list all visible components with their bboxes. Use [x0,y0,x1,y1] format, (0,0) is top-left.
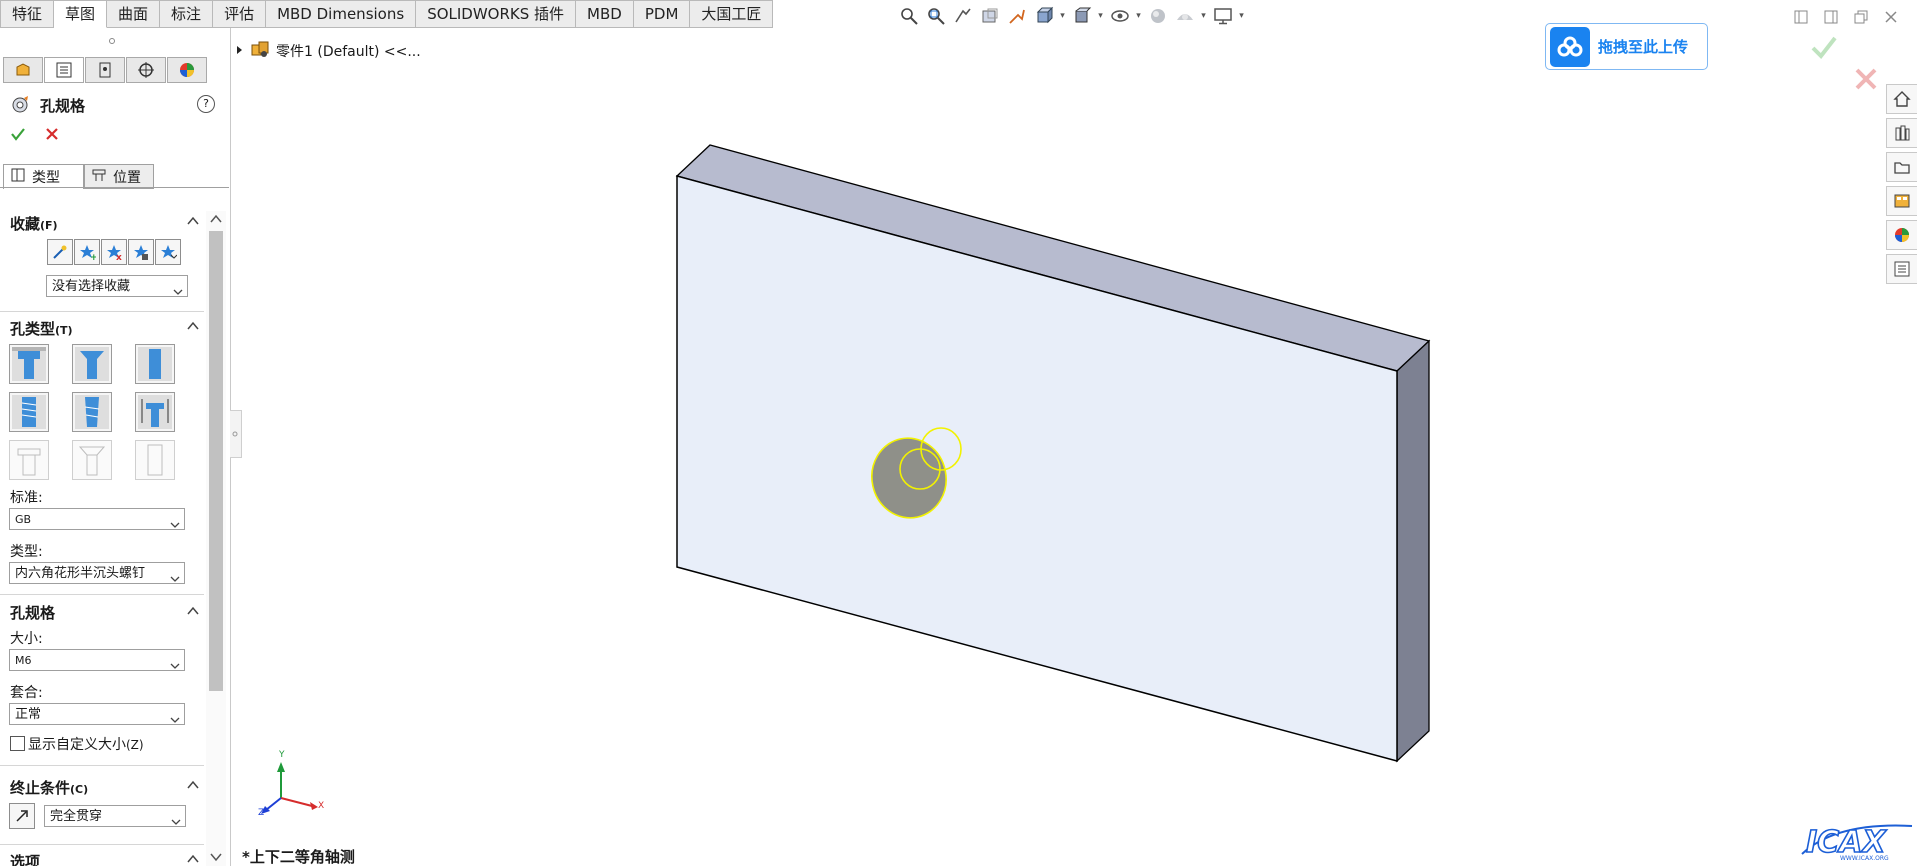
appearances-icon[interactable] [1886,220,1917,250]
triad-z-label: Z [258,808,265,818]
graphics-area[interactable] [0,0,1919,866]
side-face[interactable] [1396,339,1430,763]
triad-y-label: Y [279,750,285,760]
svg-text:WWW.ICAX.ORG: WWW.ICAX.ORG [1840,855,1889,862]
confirm-accept-icon[interactable] [1810,34,1838,64]
cloud-upload-icon [1550,26,1590,67]
task-pane-tabs [1886,84,1919,284]
view-palette-icon[interactable] [1886,186,1917,216]
triad-x-label: X [318,801,325,811]
confirm-cancel-icon[interactable] [1853,66,1879,96]
reference-triad [261,762,318,814]
custom-properties-icon[interactable] [1886,254,1917,284]
view-orientation-name: *上下二等角轴测 [242,848,355,866]
icax-logo: ICAX WWW.ICAX.ORG [1796,816,1916,866]
upload-dropzone[interactable]: 拖拽至此上传 [1545,23,1708,70]
upload-label: 拖拽至此上传 [1598,38,1689,56]
home-icon[interactable] [1886,84,1917,114]
design-library-icon[interactable] [1886,118,1917,148]
file-explorer-icon[interactable] [1886,152,1917,182]
